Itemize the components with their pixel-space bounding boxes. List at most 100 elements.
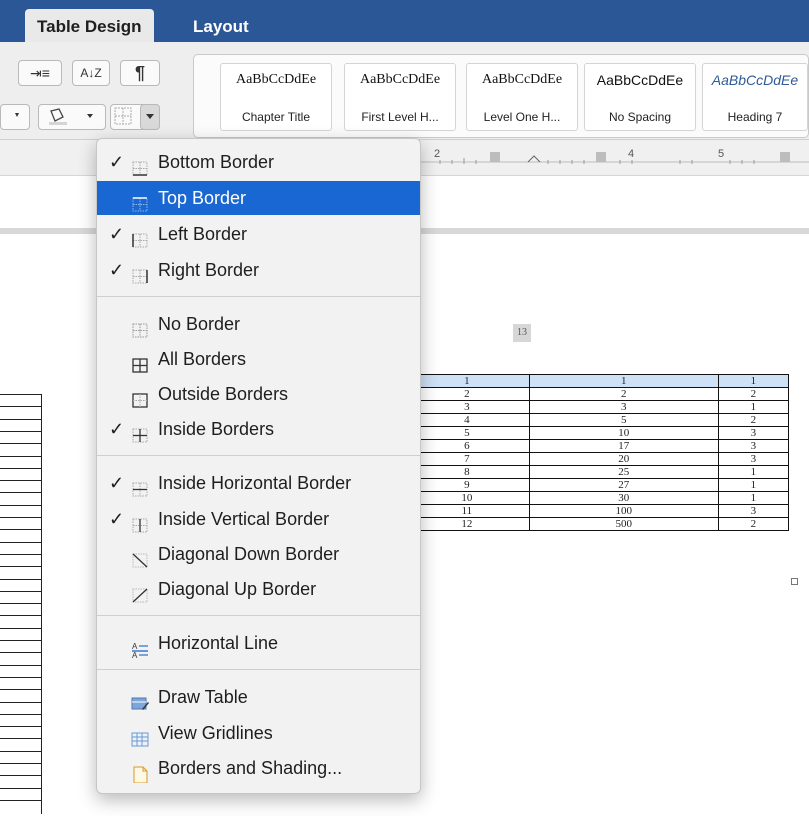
table-row[interactable]: 452: [405, 413, 790, 427]
table-row[interactable]: 7 20 3: [405, 452, 790, 466]
menu-item-view-gridlines[interactable]: View Gridlines: [97, 716, 420, 750]
table-cell[interactable]: 3: [405, 400, 530, 414]
menu-item-horizontal-line[interactable]: A A Horizontal Line: [97, 626, 420, 660]
style-no-spacing[interactable]: AaBbCcDdEe No Spacing: [584, 63, 696, 131]
table-cell[interactable]: 3: [717, 426, 790, 440]
style-heading-7[interactable]: AaBbCcDdEe Heading 7: [702, 63, 808, 131]
page-line: [0, 689, 42, 691]
table-row[interactable]: 10 30 1: [405, 491, 790, 505]
menu-item-bottom-border[interactable]: ✓ Bottom Border: [97, 145, 420, 179]
table-row[interactable]: 111: [405, 374, 790, 388]
checkmark-icon: ✓: [109, 260, 125, 280]
menu-item-inside-borders[interactable]: ✓ Inside Borders: [97, 412, 420, 446]
table-cell[interactable]: 2: [405, 387, 530, 401]
page-line: [0, 787, 42, 789]
table-cell[interactable]: 1: [717, 491, 790, 505]
table-cell[interactable]: 4: [405, 413, 530, 427]
table-cell[interactable]: 3: [717, 439, 790, 453]
table-cell[interactable]: 5: [405, 426, 530, 440]
table-cell[interactable]: 3: [528, 400, 719, 414]
page-line: [0, 627, 42, 629]
table-row[interactable]: 12 500 2: [405, 517, 790, 531]
table-cell[interactable]: 9: [405, 478, 530, 492]
table-cell[interactable]: 2: [717, 517, 790, 531]
table-cell[interactable]: 3: [717, 452, 790, 466]
style-preview: AaBbCcDdEe: [235, 72, 317, 87]
menu-item-diagonal-up-border[interactable]: Diagonal Up Border: [97, 572, 420, 606]
table-row[interactable]: 331: [405, 400, 790, 414]
table-cell[interactable]: 3: [717, 504, 790, 518]
page-line: [0, 578, 42, 580]
table-cell[interactable]: 6: [405, 439, 530, 453]
tab-table-design[interactable]: Table Design: [25, 9, 154, 42]
table-cell[interactable]: 10: [405, 491, 530, 505]
ruler-mark: 5: [718, 148, 725, 160]
indent-button[interactable]: ⇥≡: [18, 60, 62, 86]
table-cell[interactable]: 1: [528, 374, 719, 388]
page-line: [0, 406, 42, 408]
table-cell[interactable]: 100: [528, 504, 719, 518]
table-row[interactable]: 222: [405, 387, 790, 401]
menu-item-no-border[interactable]: No Border: [97, 307, 420, 341]
ruler-mark: 4: [628, 148, 635, 160]
list-style-dropdown[interactable]: [0, 104, 30, 130]
menu-item-right-border[interactable]: ✓ Right Border: [97, 253, 420, 287]
table-cell[interactable]: 2: [717, 387, 790, 401]
menu-separator: [97, 296, 420, 297]
menu-item-label: Diagonal Down Border: [158, 544, 340, 564]
table-cell[interactable]: 5: [528, 413, 719, 427]
table-cell[interactable]: 2: [528, 387, 719, 401]
page-line: [0, 492, 42, 494]
table-cell[interactable]: 8: [405, 465, 530, 479]
paint-bucket-icon: [49, 108, 93, 125]
shading-button[interactable]: [38, 104, 106, 130]
style-preview: AaBbCcDdEe: [481, 72, 563, 87]
table-cell[interactable]: 30: [528, 491, 719, 505]
table-cell[interactable]: 1: [717, 374, 790, 388]
table-cell[interactable]: 2: [717, 413, 790, 427]
checkmark-icon: ✓: [109, 419, 125, 439]
menu-item-outside-borders[interactable]: Outside Borders: [97, 377, 420, 411]
style-name: Level One H...: [483, 110, 561, 124]
menu-item-left-border[interactable]: ✓ Left Border: [97, 217, 420, 251]
inside-borders-icon: [131, 421, 149, 443]
style-preview: AaBbCcDdEe: [711, 72, 799, 88]
menu-item-diagonal-down-border[interactable]: Diagonal Down Border: [97, 537, 420, 571]
menu-item-borders-and-shading[interactable]: Borders and Shading...: [97, 751, 420, 785]
table-row[interactable]: 9 27 1: [405, 478, 790, 492]
menu-item-draw-table[interactable]: Draw Table: [97, 680, 420, 714]
table-row[interactable]: 5 10 3: [405, 426, 790, 440]
style-chapter-title[interactable]: AaBbCcDdEe Chapter Title: [220, 63, 332, 131]
menu-item-inside-vertical-border[interactable]: ✓ Inside Vertical Border: [97, 502, 420, 536]
table-cell[interactable]: 10: [528, 426, 719, 440]
table-cell[interactable]: 1: [405, 374, 530, 388]
table-cell[interactable]: 25: [528, 465, 719, 479]
table-cell[interactable]: 17: [528, 439, 719, 453]
table-cell[interactable]: 1: [717, 465, 790, 479]
style-first-level-heading[interactable]: AaBbCcDdEe First Level H...: [344, 63, 456, 131]
style-level-one-heading[interactable]: AaBbCcDdEe Level One H...: [466, 63, 578, 131]
table-resize-handle[interactable]: [791, 578, 798, 585]
menu-item-all-borders[interactable]: All Borders: [97, 342, 420, 376]
sort-button[interactable]: A↓Z: [72, 60, 110, 86]
ruler-mark: 2: [434, 148, 441, 160]
table-cell[interactable]: 11: [405, 504, 530, 518]
menu-item-inside-horizontal-border[interactable]: ✓ Inside Horizontal Border: [97, 466, 420, 500]
table-cell[interactable]: 7: [405, 452, 530, 466]
show-formatting-marks-button[interactable]: ¶: [120, 60, 160, 86]
data-table[interactable]: 1 1 1 2 2 2 3 3 1 4 5 2 5 10 3 6 17 3 7 20 3 8 25 1 9 27 1 10 30 1 11 1…: [405, 374, 790, 531]
table-row[interactable]: 8 25 1: [405, 465, 790, 479]
menu-separator: [97, 455, 420, 456]
table-cell[interactable]: 27: [528, 478, 719, 492]
table-row[interactable]: 6 17 3: [405, 439, 790, 453]
table-cell[interactable]: 500: [528, 517, 719, 531]
table-cell[interactable]: 1: [717, 478, 790, 492]
menu-item-label: Diagonal Up Border: [158, 579, 317, 599]
table-cell[interactable]: 1: [717, 400, 790, 414]
table-cell[interactable]: 20: [528, 452, 719, 466]
tab-layout[interactable]: Layout: [181, 9, 261, 42]
table-row[interactable]: 11 100 3: [405, 504, 790, 518]
table-cell[interactable]: 12: [405, 517, 530, 531]
borders-dropdown-arrow[interactable]: [140, 104, 160, 130]
menu-item-top-border[interactable]: Top Border: [97, 181, 420, 215]
